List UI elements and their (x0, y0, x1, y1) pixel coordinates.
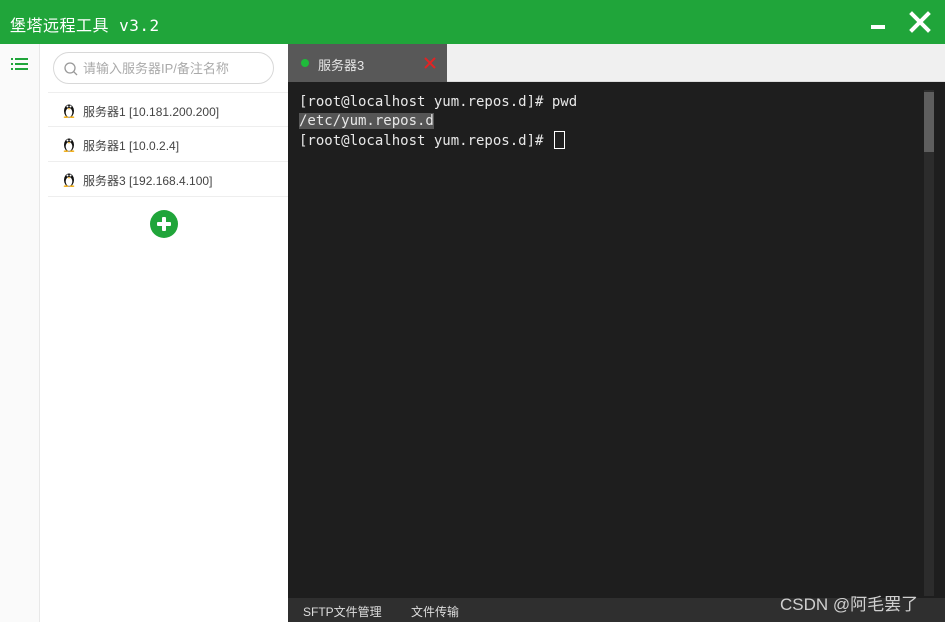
tab-server3[interactable]: 服务器3 (288, 44, 447, 82)
terminal-area: 服务器3 [root@localhost yum.repos.d]# pwd /… (288, 44, 945, 622)
side-icon-column (0, 44, 40, 622)
penguin-icon (63, 173, 75, 187)
tab-label: 服务器3 (318, 58, 365, 73)
selected-text: /etc/yum.repos.d (299, 113, 434, 129)
server-list: 服务器1 [10.181.200.200] 服务器1 [10.0.2.4] 服务… (48, 92, 288, 197)
server-label: 服务器1 [10.181.200.200] (83, 105, 220, 119)
minimize-button[interactable] (864, 8, 892, 36)
app-title: 堡塔远程工具 v3.2 (10, 16, 160, 35)
tab-strip: 服务器3 (288, 44, 945, 82)
tab-close-icon[interactable] (423, 56, 437, 70)
prompt-text: [root@localhost yum.repos.d]# (299, 133, 552, 149)
server-label: 服务器1 [10.0.2.4] (83, 139, 180, 153)
terminal-line: /etc/yum.repos.d (299, 112, 924, 131)
close-icon (909, 11, 931, 33)
server-item[interactable]: 服务器1 [10.181.200.200] (48, 92, 288, 127)
search-icon (64, 62, 78, 76)
list-icon (11, 58, 28, 70)
terminal-screen[interactable]: [root@localhost yum.repos.d]# pwd /etc/y… (288, 82, 924, 598)
add-server-button[interactable] (150, 210, 178, 238)
terminal-scrollbar[interactable] (924, 90, 934, 596)
search-input[interactable] (83, 58, 268, 78)
terminal-scrollbar-thumb[interactable] (924, 92, 934, 152)
terminal-line: [root@localhost yum.repos.d]# pwd (299, 94, 578, 110)
watermark: CSDN @阿毛罢了 (780, 595, 919, 614)
file-transfer-button[interactable]: 文件传输 (411, 603, 459, 620)
sftp-file-manager-button[interactable]: SFTP文件管理 (303, 603, 382, 620)
penguin-icon (63, 104, 75, 118)
terminal-cursor (553, 131, 565, 149)
search-box[interactable] (53, 52, 274, 84)
close-button[interactable] (906, 8, 934, 36)
server-list-toggle[interactable] (10, 56, 30, 72)
title-bar: 堡塔远程工具 v3.2 (0, 0, 945, 44)
penguin-icon (63, 138, 75, 152)
server-label: 服务器3 [192.168.4.100] (83, 174, 213, 188)
minimize-icon (871, 25, 885, 29)
connection-status-dot (301, 59, 309, 67)
server-item[interactable]: 服务器1 [10.0.2.4] (48, 127, 288, 162)
terminal-line: [root@localhost yum.repos.d]# (299, 131, 924, 150)
server-panel: 服务器1 [10.181.200.200] 服务器1 [10.0.2.4] (40, 44, 288, 622)
server-item[interactable]: 服务器3 [192.168.4.100] (48, 162, 288, 197)
